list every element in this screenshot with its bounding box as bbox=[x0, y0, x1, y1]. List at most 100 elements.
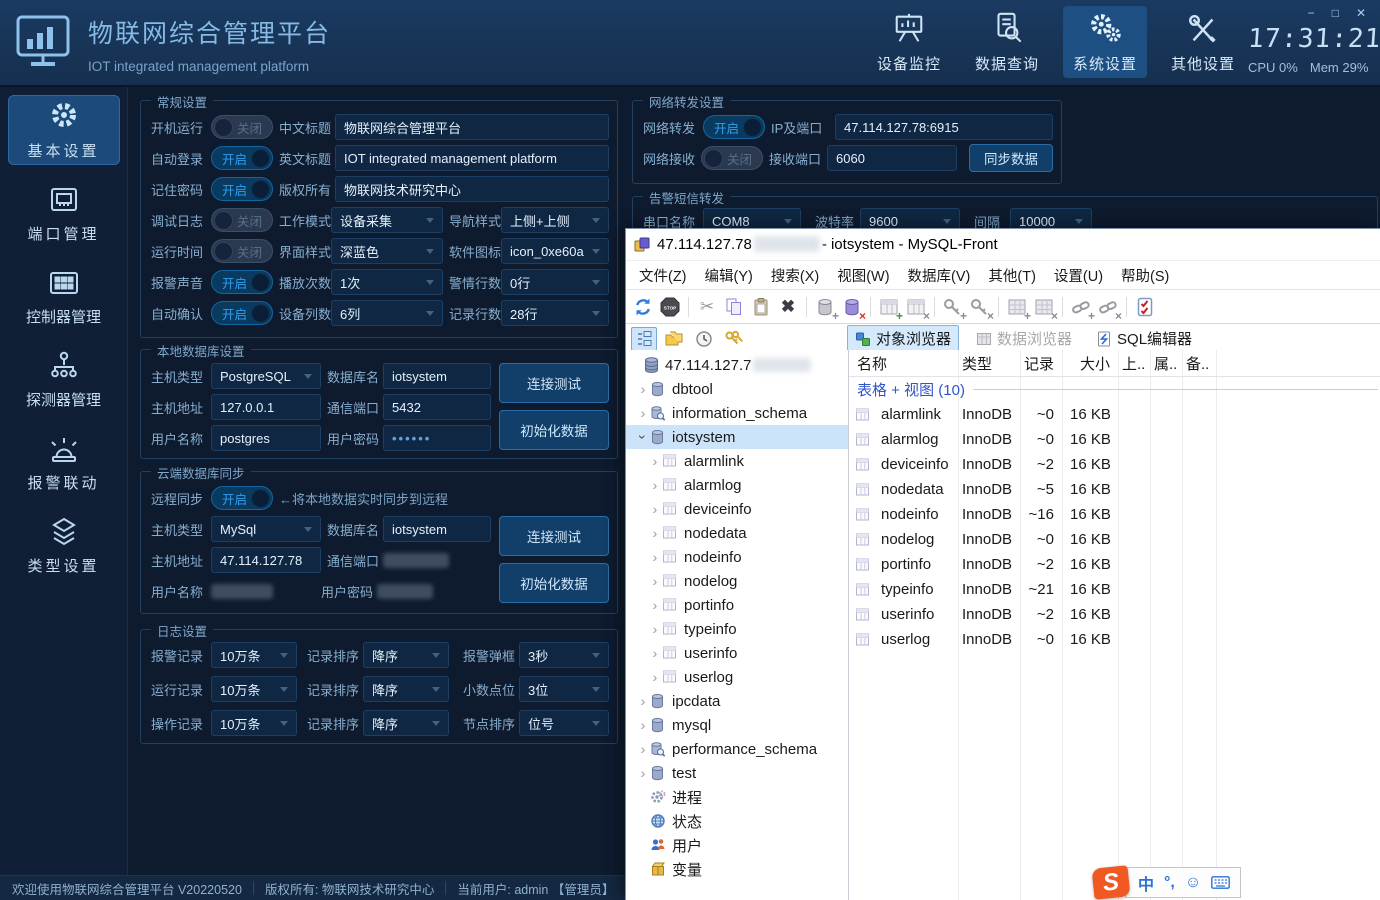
expand-arrow[interactable]: › bbox=[648, 453, 662, 469]
table-row-userinfo[interactable]: userinfo InnoDB~216 KB bbox=[849, 602, 1380, 627]
local-username-input[interactable] bbox=[211, 425, 321, 451]
alarm-popup-select[interactable]: 3秒 bbox=[519, 642, 609, 668]
tree-item-information-schema[interactable]: › information_schema bbox=[626, 401, 848, 425]
emoji-icon[interactable]: ☺ bbox=[1185, 874, 1201, 892]
minimize-button[interactable]: − bbox=[1308, 6, 1315, 20]
auto-confirm-toggle[interactable]: 开启 bbox=[211, 301, 273, 325]
refresh-icon[interactable] bbox=[630, 294, 656, 320]
receive-port-input[interactable] bbox=[827, 145, 957, 171]
boot-run-toggle[interactable]: 关闭 bbox=[211, 115, 273, 139]
cloud-db-name-input[interactable] bbox=[383, 516, 491, 542]
alert-rows-select[interactable]: 0行 bbox=[501, 269, 609, 295]
cloud-host-address-input[interactable] bbox=[211, 547, 321, 573]
tree-item-portinfo[interactable]: › portinfo bbox=[626, 593, 848, 617]
tree-item-alarmlink[interactable]: › alarmlink bbox=[626, 449, 848, 473]
expand-arrow[interactable]: › bbox=[636, 741, 650, 757]
sidebar-item-alarm-linkage[interactable]: 报警联动 bbox=[8, 427, 120, 497]
nav-other-settings[interactable]: 其他设置 bbox=[1161, 6, 1245, 78]
menu-settings[interactable]: 设置(U) bbox=[1045, 262, 1112, 289]
expand-arrow[interactable]: › bbox=[636, 717, 650, 733]
column-header-comment[interactable]: 备.. bbox=[1182, 353, 1216, 374]
expand-arrow[interactable]: › bbox=[636, 405, 650, 421]
table-row-nodelog[interactable]: nodelog InnoDB~016 KB bbox=[849, 527, 1380, 552]
column-header-name[interactable]: 名称 bbox=[849, 353, 958, 374]
copyright-input[interactable] bbox=[335, 176, 609, 202]
expand-arrow[interactable]: › bbox=[648, 573, 662, 589]
record-rows-select[interactable]: 28行 bbox=[501, 300, 609, 326]
play-count-select[interactable]: 1次 bbox=[331, 269, 443, 295]
local-db-name-input[interactable] bbox=[383, 363, 491, 389]
cloud-password-redacted[interactable] bbox=[377, 584, 433, 599]
menu-file[interactable]: 文件(Z) bbox=[630, 262, 696, 289]
debug-log-toggle[interactable]: 关闭 bbox=[211, 208, 273, 232]
column-header-type[interactable]: 类型 bbox=[958, 353, 1020, 374]
tree-item-deviceinfo[interactable]: › deviceinfo bbox=[626, 497, 848, 521]
column-header-size[interactable]: 大小 bbox=[1062, 353, 1118, 374]
tree-item-typeinfo[interactable]: › typeinfo bbox=[626, 617, 848, 641]
tab-sql-editor[interactable]: SQL编辑器 bbox=[1089, 326, 1199, 351]
table-row-nodeinfo[interactable]: nodeinfo InnoDB~1616 KB bbox=[849, 502, 1380, 527]
tree-panel-toggle-icon[interactable] bbox=[631, 327, 657, 351]
sidebar-item-controller-management[interactable]: 控制器管理 bbox=[8, 261, 120, 331]
sync-data-button[interactable]: 同步数据 bbox=[969, 144, 1053, 172]
cut-icon[interactable]: ✂ bbox=[694, 294, 720, 320]
sidebar-item-port-management[interactable]: 端口管理 bbox=[8, 178, 120, 248]
english-title-input[interactable] bbox=[335, 145, 609, 171]
alarm-sort-select[interactable]: 降序 bbox=[363, 642, 449, 668]
auto-login-toggle[interactable]: 开启 bbox=[211, 146, 273, 170]
ime-language-toggle[interactable]: 中 bbox=[1138, 871, 1154, 895]
alarm-sound-toggle[interactable]: 开启 bbox=[211, 270, 273, 294]
drop-index-icon[interactable]: × bbox=[1031, 294, 1057, 320]
tree-item-alarmlog[interactable]: › alarmlog bbox=[626, 473, 848, 497]
alarm-record-select[interactable]: 10万条 bbox=[211, 642, 297, 668]
check-tables-icon[interactable] bbox=[1132, 294, 1158, 320]
sidebar-item-basic-settings[interactable]: 基本设置 bbox=[8, 95, 120, 165]
tab-object-browser[interactable]: 对象浏览器 bbox=[847, 325, 959, 352]
folders-icon[interactable] bbox=[661, 327, 687, 351]
table-row-alarmlog[interactable]: alarmlog InnoDB~016 KB bbox=[849, 427, 1380, 452]
close-button[interactable]: ✕ bbox=[1356, 6, 1366, 20]
run-sort-select[interactable]: 降序 bbox=[363, 676, 449, 702]
cloud-port-redacted[interactable] bbox=[383, 553, 449, 568]
table-row-alarmlink[interactable]: alarmlink InnoDB~016 KB bbox=[849, 402, 1380, 427]
tab-data-browser[interactable]: 数据浏览器 bbox=[969, 326, 1079, 351]
maximize-button[interactable]: □ bbox=[1332, 6, 1339, 20]
menu-extras[interactable]: 其他(T) bbox=[979, 262, 1045, 289]
runtime-toggle[interactable]: 关闭 bbox=[211, 239, 273, 263]
ui-style-select[interactable]: 深蓝色 bbox=[331, 238, 443, 264]
stop-icon[interactable]: STOP bbox=[657, 294, 683, 320]
sidebar-item-detector-management[interactable]: 探测器管理 bbox=[8, 344, 120, 414]
expand-arrow[interactable]: › bbox=[648, 621, 662, 637]
menu-edit[interactable]: 编辑(Y) bbox=[696, 262, 762, 289]
delete-icon[interactable]: ✖ bbox=[775, 294, 801, 320]
drop-table-icon[interactable]: × bbox=[903, 294, 929, 320]
expand-arrow[interactable]: › bbox=[648, 669, 662, 685]
tree-item-userlog[interactable]: › userlog bbox=[626, 665, 848, 689]
menu-view[interactable]: 视图(W) bbox=[828, 262, 898, 289]
tree-item-mysql[interactable]: › mysql bbox=[626, 713, 848, 737]
history-clock-icon[interactable] bbox=[691, 327, 717, 351]
node-sort-select[interactable]: 位号 bbox=[519, 710, 609, 736]
mysql-title-bar[interactable]: 47.114.127.78- iotsystem - MySQL-Front bbox=[626, 229, 1380, 260]
tree-item-users[interactable]: 用户 bbox=[626, 833, 848, 857]
tree-item-test[interactable]: › test bbox=[626, 761, 848, 785]
decimal-places-select[interactable]: 3位 bbox=[519, 676, 609, 702]
menu-search[interactable]: 搜索(X) bbox=[762, 262, 828, 289]
op-sort-select[interactable]: 降序 bbox=[363, 710, 449, 736]
tree-item-nodelog[interactable]: › nodelog bbox=[626, 569, 848, 593]
device-columns-select[interactable]: 6列 bbox=[331, 300, 443, 326]
add-field-icon[interactable]: + bbox=[940, 294, 966, 320]
sidebar-item-type-settings[interactable]: 类型设置 bbox=[8, 510, 120, 580]
add-foreignkey-icon[interactable]: + bbox=[1068, 294, 1094, 320]
cloud-connect-test-button[interactable]: 连接测试 bbox=[499, 516, 609, 556]
expand-arrow[interactable]: › bbox=[648, 645, 662, 661]
table-row-userlog[interactable]: userlog InnoDB~016 KB bbox=[849, 627, 1380, 652]
expand-arrow[interactable]: › bbox=[648, 549, 662, 565]
keys-icon[interactable] bbox=[721, 327, 747, 351]
cloud-init-data-button[interactable]: 初始化数据 bbox=[499, 563, 609, 603]
tree-item-status[interactable]: 状态 bbox=[626, 809, 848, 833]
software-icon-select[interactable]: icon_0xe60a bbox=[501, 238, 609, 264]
chinese-title-input[interactable] bbox=[335, 114, 609, 140]
tree-item-nodeinfo[interactable]: › nodeinfo bbox=[626, 545, 848, 569]
work-mode-select[interactable]: 设备采集 bbox=[331, 207, 443, 233]
